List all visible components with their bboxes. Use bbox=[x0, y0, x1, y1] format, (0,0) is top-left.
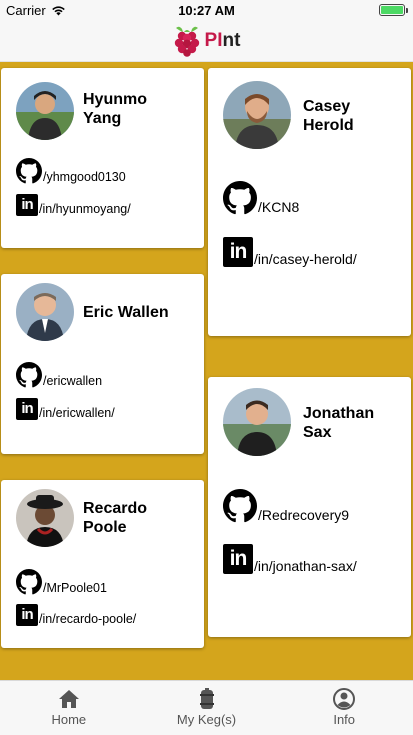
linkedin-link[interactable]: in /in/casey-herold/ bbox=[223, 237, 357, 267]
linkedin-link[interactable]: in /in/ericwallen/ bbox=[16, 398, 115, 420]
github-link[interactable]: /yhmgood0130 bbox=[16, 158, 126, 184]
github-link[interactable]: /KCN8 bbox=[223, 181, 299, 215]
tab-info[interactable]: Info bbox=[275, 681, 413, 735]
raspberry-logo-icon bbox=[174, 26, 199, 57]
github-link[interactable]: /MrPoole01 bbox=[16, 569, 107, 595]
app-title: PInt bbox=[204, 29, 241, 51]
team-card-jonathan: Jonathan Sax /Redrecovery9 in /in/jonatha… bbox=[208, 377, 411, 637]
team-card-recardo: Recardo Poole /MrPoole01 in /in/recardo-p… bbox=[1, 480, 204, 648]
keg-icon bbox=[199, 688, 214, 709]
team-grid: Hyunmo Yang /yhmgood0130 in /in/hyunmoyan… bbox=[0, 62, 413, 680]
status-time: 10:27 AM bbox=[178, 3, 235, 18]
avatar bbox=[223, 388, 291, 456]
person-name: Jonathan Sax bbox=[303, 405, 375, 441]
tab-my-kegs[interactable]: My Keg(s) bbox=[138, 681, 276, 735]
status-bar: Carrier 10:27 AM bbox=[0, 0, 413, 20]
tab-label: My Keg(s) bbox=[176, 712, 237, 727]
person-name: Recardo Poole bbox=[83, 500, 148, 536]
linkedin-link[interactable]: in /in/jonathan-sax/ bbox=[223, 544, 357, 574]
user-icon bbox=[333, 688, 356, 710]
tab-bar: Home My Keg(s) Info bbox=[0, 680, 413, 735]
github-icon bbox=[16, 362, 42, 388]
github-icon bbox=[223, 489, 257, 523]
person-name: Hyunmo Yang bbox=[83, 91, 147, 127]
github-icon bbox=[16, 569, 42, 595]
linkedin-icon: in bbox=[16, 398, 38, 420]
linkedin-link[interactable]: in /in/recardo-poole/ bbox=[16, 604, 136, 626]
linkedin-icon: in bbox=[16, 194, 38, 216]
home-icon bbox=[58, 690, 79, 708]
linkedin-link[interactable]: in /in/hyunmoyang/ bbox=[16, 194, 131, 216]
avatar bbox=[16, 283, 74, 341]
github-link[interactable]: /ericwallen bbox=[16, 362, 102, 388]
team-card-hyunmo: Hyunmo Yang /yhmgood0130 in /in/hyunmoyan… bbox=[1, 68, 204, 248]
battery-icon bbox=[379, 4, 408, 16]
tab-label: Home bbox=[51, 712, 87, 727]
github-icon bbox=[223, 181, 257, 215]
github-icon bbox=[16, 158, 42, 184]
linkedin-icon: in bbox=[223, 544, 253, 574]
github-link[interactable]: /Redrecovery9 bbox=[223, 489, 349, 523]
tab-home[interactable]: Home bbox=[0, 681, 138, 735]
avatar bbox=[16, 489, 74, 547]
avatar bbox=[223, 81, 291, 149]
team-card-casey: Casey Herold /KCN8 in /in/casey-herold/ bbox=[208, 68, 411, 336]
avatar bbox=[16, 82, 74, 140]
team-card-eric: Eric Wallen /ericwallen in /in/ericwalle… bbox=[1, 274, 204, 454]
person-name: Eric Wallen bbox=[83, 304, 169, 321]
linkedin-icon: in bbox=[16, 604, 38, 626]
nav-bar: PInt bbox=[0, 20, 413, 62]
person-name: Casey Herold bbox=[303, 98, 354, 134]
linkedin-icon: in bbox=[223, 237, 253, 267]
tab-label: Info bbox=[333, 712, 356, 727]
